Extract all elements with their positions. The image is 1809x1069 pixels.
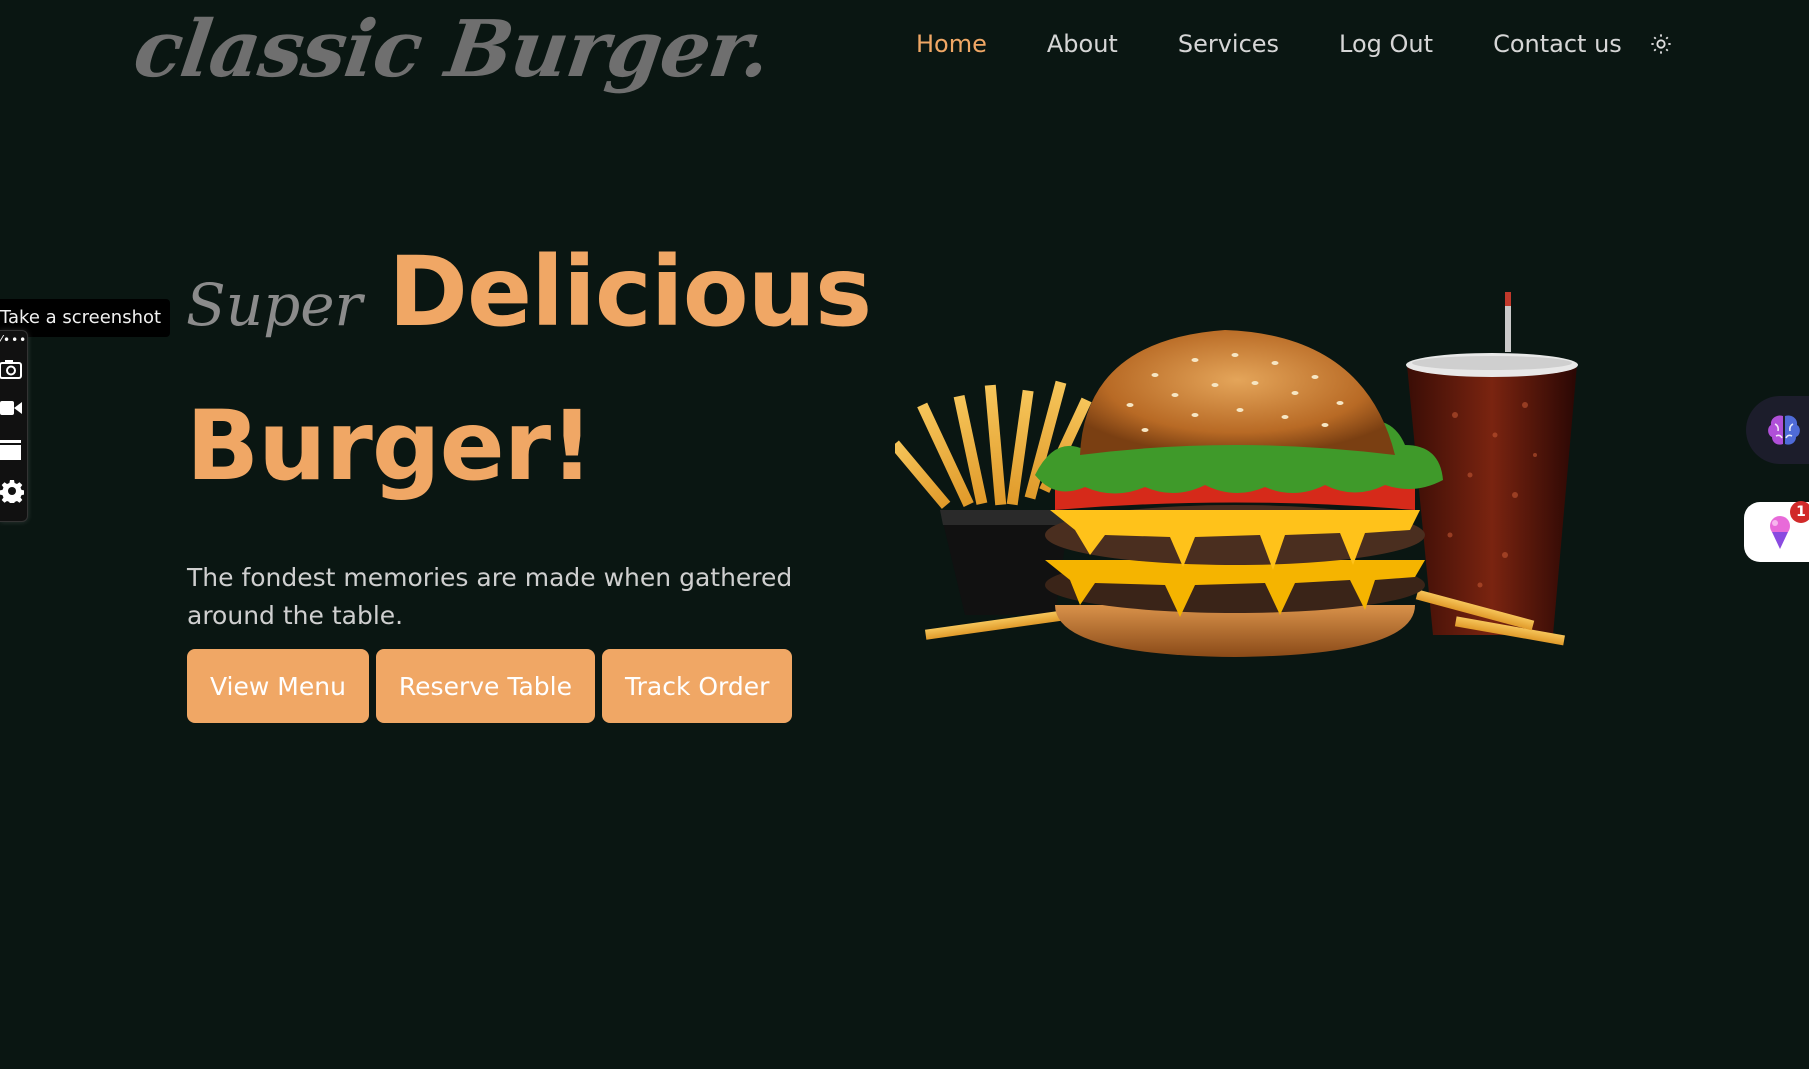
hero-title-line2: Burger! [186, 390, 594, 502]
hero-buttons: View Menu Reserve Table Track Order [187, 649, 799, 723]
camera-icon[interactable] [0, 359, 24, 379]
hero-super-word: Super [186, 271, 363, 339]
reserve-table-button[interactable]: Reserve Table [375, 649, 596, 723]
brain-icon[interactable] [1746, 396, 1809, 464]
nav-about[interactable]: About [1047, 30, 1118, 58]
hero-food-image [895, 292, 1578, 657]
more-icon[interactable]: ⁄••• [0, 334, 27, 346]
nav-log-out[interactable]: Log Out [1339, 30, 1433, 58]
notification-badge: 1 [1790, 501, 1809, 523]
hero-description: The fondest memories are made when gathe… [187, 563, 793, 630]
nav-home[interactable]: Home [916, 30, 987, 58]
nav-contact-us[interactable]: Contact us [1493, 30, 1622, 58]
gear-icon[interactable] [0, 479, 24, 503]
hero-title-delicious: Delicious [388, 236, 872, 348]
screenshot-toolbar: ⁄••• [0, 330, 28, 522]
burger [1035, 330, 1443, 657]
site-logo[interactable]: classic Burger. [128, 0, 776, 100]
main-nav: Home About Services Log Out Contact us [916, 22, 1674, 66]
track-order-button[interactable]: Track Order [602, 649, 793, 723]
hero-title-line1: Super Delicious [186, 232, 872, 352]
nav-services[interactable]: Services [1178, 30, 1279, 58]
view-menu-button[interactable]: View Menu [187, 649, 369, 723]
video-icon[interactable] [0, 399, 24, 417]
window-icon[interactable] [0, 439, 24, 461]
sun-icon[interactable] [1648, 31, 1674, 57]
page: classic Burger. Home About Services Log … [0, 0, 1809, 1069]
